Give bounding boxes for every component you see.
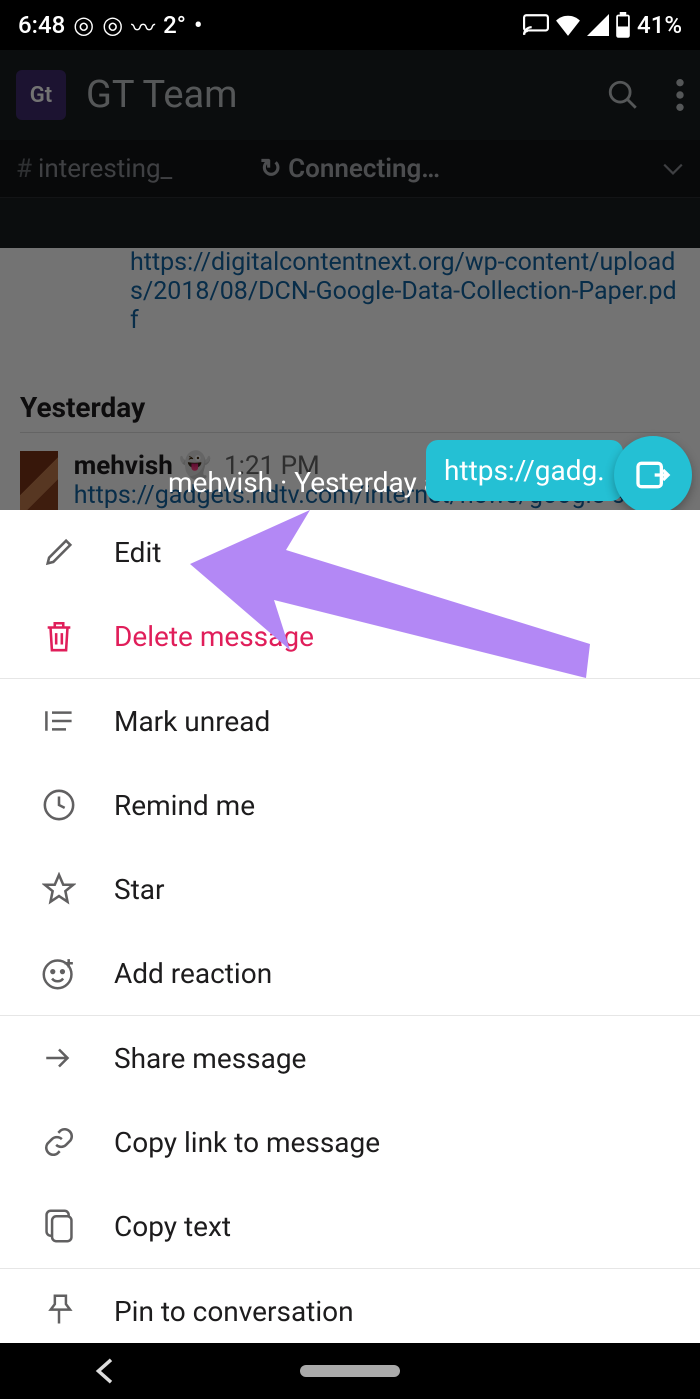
menu-copy-text[interactable]: Copy text [0,1184,700,1268]
menu-label: Share message [114,1042,306,1075]
copy-fab[interactable] [614,436,692,514]
battery-percent: 41% [637,11,682,39]
menu-label: Remind me [114,789,255,822]
more-icon[interactable] [676,79,684,111]
home-pill[interactable] [300,1365,400,1377]
share-icon [30,1043,88,1073]
dot-icon: • [194,11,202,39]
menu-label: Star [114,873,165,906]
message-actions-sheet: Edit Delete message Mark unread Remind m… [0,510,700,1343]
message-link[interactable]: https://digitalcontentnext.org/wp-conten… [130,248,680,335]
list-icon [30,707,88,735]
menu-copy-link[interactable]: Copy link to message [0,1100,700,1184]
menu-label: Mark unread [114,705,270,738]
menu-star[interactable]: Star [0,847,700,931]
day-divider: Yesterday [20,391,680,433]
menu-share[interactable]: Share message [0,1016,700,1100]
mustache-icon: 〰 [131,8,155,43]
app-header: Gt GT Team [0,50,700,140]
cell-icon [587,14,609,36]
instagram-icon: ◎ [73,11,94,39]
clock-icon [30,788,88,822]
channel-bar[interactable]: # interesting_ ↻ Connecting… [0,140,700,198]
temperature: 2° [163,11,186,39]
add-reaction-icon [30,955,88,991]
star-icon [30,872,88,906]
menu-edit[interactable]: Edit [0,510,700,594]
wifi-icon [555,14,581,36]
menu-remind[interactable]: Remind me [0,763,700,847]
menu-pin[interactable]: Pin to conversation [0,1269,700,1343]
clock: 6:48 [18,11,65,39]
menu-label: Copy link to message [114,1126,380,1159]
status-bar: 6:48 ◎ ◎ 〰 2° • 41% [0,0,700,50]
link-tooltip: https://gadg. [426,440,623,501]
back-button[interactable] [93,1357,115,1385]
pin-icon [30,1293,88,1329]
menu-label: Copy text [114,1210,231,1243]
search-icon[interactable] [606,78,640,112]
link-icon [30,1125,88,1159]
instagram-icon: ◎ [102,11,123,39]
trash-icon [30,617,88,655]
menu-label: Pin to conversation [114,1295,354,1328]
context-strip-label: mehvish · Yesterday at [168,466,448,499]
connecting-label: ↻ Connecting… [0,154,700,184]
pencil-icon [30,535,88,569]
menu-label: Delete message [114,620,314,653]
menu-label: Add reaction [114,957,272,990]
workspace-avatar[interactable]: Gt [16,70,66,120]
menu-mark-unread[interactable]: Mark unread [0,679,700,763]
menu-label: Edit [114,536,161,569]
workspace-title[interactable]: GT Team [86,73,237,117]
cast-icon [523,14,549,36]
menu-add-reaction[interactable]: Add reaction [0,931,700,1015]
battery-icon [615,12,631,38]
copy-icon [30,1208,88,1244]
menu-delete[interactable]: Delete message [0,594,700,678]
system-navbar [0,1343,700,1399]
